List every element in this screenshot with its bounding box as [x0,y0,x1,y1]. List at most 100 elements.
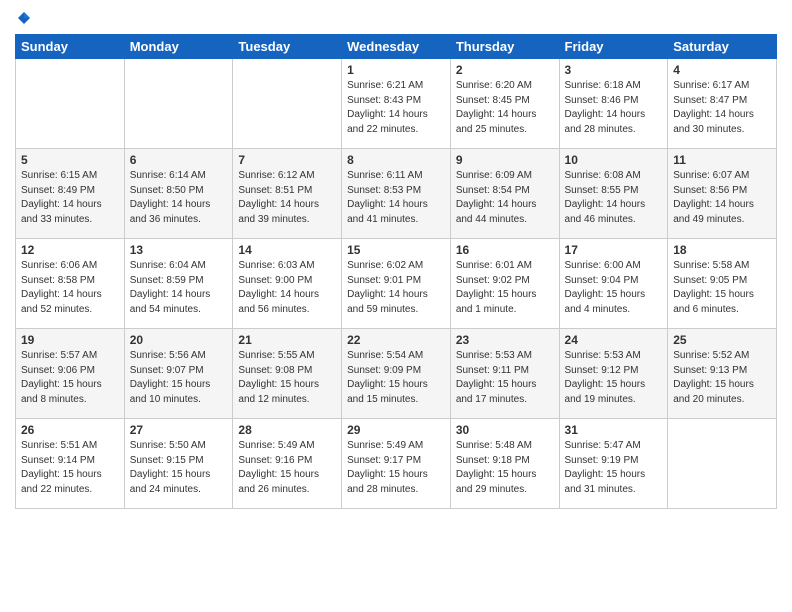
calendar-cell: 21Sunrise: 5:55 AM Sunset: 9:08 PM Dayli… [233,329,342,419]
day-number: 17 [565,243,663,257]
day-number: 14 [238,243,336,257]
calendar-cell: 18Sunrise: 5:58 AM Sunset: 9:05 PM Dayli… [668,239,777,329]
col-wednesday: Wednesday [342,35,451,59]
calendar-cell: 29Sunrise: 5:49 AM Sunset: 9:17 PM Dayli… [342,419,451,509]
day-info: Sunrise: 5:57 AM Sunset: 9:06 PM Dayligh… [21,349,119,407]
header [15,10,777,26]
day-info: Sunrise: 5:58 AM Sunset: 9:05 PM Dayligh… [673,259,771,317]
day-number: 26 [21,423,119,437]
day-info: Sunrise: 5:52 AM Sunset: 9:13 PM Dayligh… [673,349,771,407]
day-info: Sunrise: 5:53 AM Sunset: 9:12 PM Dayligh… [565,349,663,407]
day-number: 6 [130,153,228,167]
day-number: 27 [130,423,228,437]
day-info: Sunrise: 5:49 AM Sunset: 9:16 PM Dayligh… [238,439,336,497]
calendar-cell: 5 Sunrise: 6:15 AM Sunset: 8:49 PM Daylig… [16,149,125,239]
calendar-cell: 8 Sunrise: 6:11 AM Sunset: 8:53 PM Daylig… [342,149,451,239]
day-info: Sunrise: 6:15 AM Sunset: 8:49 PM Dayligh… [21,169,119,227]
calendar-week-5: 26 Sunrise: 5:51 AM Sunset: 9:14 PM Dayli… [16,419,777,509]
calendar-header-row: Sunday Monday Tuesday Wednesday Thursday… [16,35,777,59]
calendar-cell: 30 Sunrise: 5:48 AM Sunset: 9:18 PM Dayli… [450,419,559,509]
calendar-cell [124,59,233,149]
calendar-cell: 6 Sunrise: 6:14 AM Sunset: 8:50 PM Daylig… [124,149,233,239]
day-number: 15 [347,243,445,257]
day-number: 9 [456,153,554,167]
calendar-cell [668,419,777,509]
calendar-cell: 12 Sunrise: 6:06 AM Sunset: 8:58 PM Dayli… [16,239,125,329]
col-friday: Friday [559,35,668,59]
calendar-cell: 20 Sunrise: 5:56 AM Sunset: 9:07 PM Dayli… [124,329,233,419]
calendar-cell: 22 Sunrise: 5:54 AM Sunset: 9:09 PM Dayli… [342,329,451,419]
day-info: Sunrise: 5:47 AM Sunset: 9:19 PM Dayligh… [565,439,663,497]
day-number: 8 [347,153,445,167]
day-info: Sunrise: 6:08 AM Sunset: 8:55 PM Dayligh… [565,169,663,227]
calendar-cell: 4 Sunrise: 6:17 AM Sunset: 8:47 PM Daylig… [668,59,777,149]
calendar-cell [16,59,125,149]
day-number: 24 [565,333,663,347]
day-number: 12 [21,243,119,257]
calendar-cell: 13 Sunrise: 6:04 AM Sunset: 8:59 PM Dayli… [124,239,233,329]
day-number: 7 [238,153,336,167]
day-number: 13 [130,243,228,257]
day-info: Sunrise: 6:18 AM Sunset: 8:46 PM Dayligh… [565,79,663,137]
day-info: Sunrise: 5:53 AM Sunset: 9:11 PM Dayligh… [456,349,554,407]
day-info: Sunrise: 5:49 AM Sunset: 9:17 PM Dayligh… [347,439,445,497]
calendar-cell: 10Sunrise: 6:08 AM Sunset: 8:55 PM Dayli… [559,149,668,239]
day-info: Sunrise: 5:56 AM Sunset: 9:07 PM Dayligh… [130,349,228,407]
col-thursday: Thursday [450,35,559,59]
calendar-cell: 2Sunrise: 6:20 AM Sunset: 8:45 PM Daylig… [450,59,559,149]
day-info: Sunrise: 5:55 AM Sunset: 9:08 PM Dayligh… [238,349,336,407]
logo-icon [16,10,32,26]
calendar-cell: 11Sunrise: 6:07 AM Sunset: 8:56 PM Dayli… [668,149,777,239]
day-info: Sunrise: 5:48 AM Sunset: 9:18 PM Dayligh… [456,439,554,497]
col-monday: Monday [124,35,233,59]
col-saturday: Saturday [668,35,777,59]
day-info: Sunrise: 5:51 AM Sunset: 9:14 PM Dayligh… [21,439,119,497]
calendar-cell: 14Sunrise: 6:03 AM Sunset: 9:00 PM Dayli… [233,239,342,329]
calendar-cell [233,59,342,149]
day-number: 5 [21,153,119,167]
day-number: 4 [673,63,771,77]
day-info: Sunrise: 5:54 AM Sunset: 9:09 PM Dayligh… [347,349,445,407]
day-info: Sunrise: 6:02 AM Sunset: 9:01 PM Dayligh… [347,259,445,317]
calendar-cell: 9 Sunrise: 6:09 AM Sunset: 8:54 PM Daylig… [450,149,559,239]
calendar-week-1: 1 Sunrise: 6:21 AM Sunset: 8:43 PM Daylig… [16,59,777,149]
day-info: Sunrise: 6:06 AM Sunset: 8:58 PM Dayligh… [21,259,119,317]
col-tuesday: Tuesday [233,35,342,59]
col-sunday: Sunday [16,35,125,59]
calendar-cell: 27 Sunrise: 5:50 AM Sunset: 9:15 PM Dayli… [124,419,233,509]
calendar-cell: 25 Sunrise: 5:52 AM Sunset: 9:13 PM Dayli… [668,329,777,419]
calendar-week-3: 12 Sunrise: 6:06 AM Sunset: 8:58 PM Dayli… [16,239,777,329]
day-number: 16 [456,243,554,257]
day-info: Sunrise: 6:07 AM Sunset: 8:56 PM Dayligh… [673,169,771,227]
logo [15,10,33,26]
calendar-cell: 28 Sunrise: 5:49 AM Sunset: 9:16 PM Dayli… [233,419,342,509]
day-number: 19 [21,333,119,347]
calendar-cell: 24 Sunrise: 5:53 AM Sunset: 9:12 PM Dayli… [559,329,668,419]
calendar-cell: 16 Sunrise: 6:01 AM Sunset: 9:02 PM Dayli… [450,239,559,329]
day-number: 22 [347,333,445,347]
day-number: 3 [565,63,663,77]
day-info: Sunrise: 6:21 AM Sunset: 8:43 PM Dayligh… [347,79,445,137]
calendar-cell: 31Sunrise: 5:47 AM Sunset: 9:19 PM Dayli… [559,419,668,509]
day-number: 20 [130,333,228,347]
calendar-week-4: 19 Sunrise: 5:57 AM Sunset: 9:06 PM Dayli… [16,329,777,419]
calendar-cell: 26 Sunrise: 5:51 AM Sunset: 9:14 PM Dayli… [16,419,125,509]
day-info: Sunrise: 6:04 AM Sunset: 8:59 PM Dayligh… [130,259,228,317]
day-info: Sunrise: 6:11 AM Sunset: 8:53 PM Dayligh… [347,169,445,227]
day-info: Sunrise: 5:50 AM Sunset: 9:15 PM Dayligh… [130,439,228,497]
day-number: 2 [456,63,554,77]
day-number: 30 [456,423,554,437]
day-info: Sunrise: 6:09 AM Sunset: 8:54 PM Dayligh… [456,169,554,227]
calendar-cell: 23 Sunrise: 5:53 AM Sunset: 9:11 PM Dayli… [450,329,559,419]
day-number: 25 [673,333,771,347]
day-number: 28 [238,423,336,437]
calendar-cell: 7Sunrise: 6:12 AM Sunset: 8:51 PM Daylig… [233,149,342,239]
calendar-cell: 1 Sunrise: 6:21 AM Sunset: 8:43 PM Daylig… [342,59,451,149]
calendar-cell: 17Sunrise: 6:00 AM Sunset: 9:04 PM Dayli… [559,239,668,329]
day-info: Sunrise: 6:01 AM Sunset: 9:02 PM Dayligh… [456,259,554,317]
day-number: 1 [347,63,445,77]
day-info: Sunrise: 6:17 AM Sunset: 8:47 PM Dayligh… [673,79,771,137]
day-number: 23 [456,333,554,347]
calendar-week-2: 5 Sunrise: 6:15 AM Sunset: 8:49 PM Daylig… [16,149,777,239]
day-info: Sunrise: 6:14 AM Sunset: 8:50 PM Dayligh… [130,169,228,227]
